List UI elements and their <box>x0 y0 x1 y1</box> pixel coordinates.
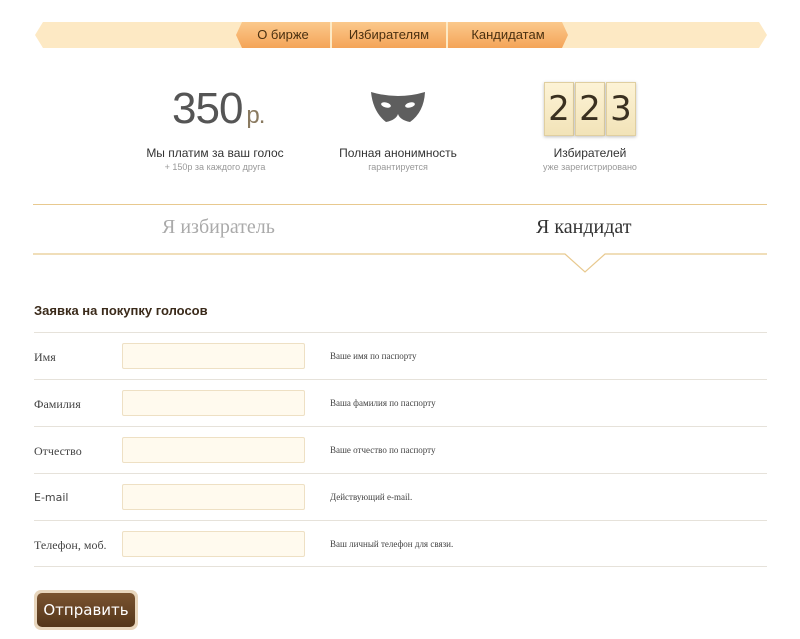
field-label: Отчество <box>34 444 82 458</box>
anon-sub: гарантируется <box>368 162 428 172</box>
counter-digit: 3 <box>606 82 636 136</box>
nav-voters[interactable]: Избирателям <box>332 22 446 48</box>
form-row-email: E-mail Действующий e-mail. <box>34 473 767 520</box>
field-label: Имя <box>34 350 56 364</box>
voters-sub: уже зарегистрировано <box>543 162 637 172</box>
field-label: Телефон, моб. <box>34 538 107 552</box>
form-row-patronymic: Отчество Ваше отчество по паспорту <box>34 426 767 473</box>
nav-candidates[interactable]: Кандидатам <box>448 22 568 48</box>
voters-label: Избирателей <box>553 146 627 160</box>
anon-label: Полная анонимность <box>339 146 457 160</box>
field-label: E-mail <box>34 491 69 504</box>
price-sub: + 150р за каждого друга <box>164 162 266 172</box>
field-label: Фамилия <box>34 397 81 411</box>
counter-digit: 2 <box>575 82 605 136</box>
counter-digit: 2 <box>544 82 574 136</box>
form-row-first-name: Имя Ваше имя по паспорту <box>34 332 767 379</box>
price-value: 350 р. <box>172 84 265 133</box>
price-unit: р. <box>246 102 265 129</box>
email-input[interactable] <box>122 484 305 510</box>
tab-indicator <box>33 253 767 273</box>
nav-about[interactable]: О бирже <box>236 22 330 48</box>
form-title: Заявка на покупку голосов <box>34 303 208 318</box>
divider <box>33 204 767 205</box>
phone-input[interactable] <box>122 531 305 557</box>
field-hint: Ваш личный телефон для связи. <box>330 539 454 549</box>
mask-icon <box>371 92 425 122</box>
tab-candidate[interactable]: Я кандидат <box>536 216 632 239</box>
form-row-last-name: Фамилия Ваша фамилия по паспорту <box>34 379 767 426</box>
first-name-input[interactable] <box>122 343 305 369</box>
price-label: Мы платим за ваш голос <box>146 146 284 160</box>
patronymic-input[interactable] <box>122 437 305 463</box>
field-hint: Ваше имя по паспорту <box>330 351 417 361</box>
tab-voter[interactable]: Я избиратель <box>162 216 275 239</box>
last-name-input[interactable] <box>122 390 305 416</box>
submit-button[interactable]: Отправить <box>37 593 135 627</box>
field-hint: Ваше отчество по паспорту <box>330 445 436 455</box>
field-hint: Действующий e-mail. <box>330 492 413 502</box>
field-hint: Ваша фамилия по паспорту <box>330 398 436 408</box>
form-row-phone: Телефон, моб. Ваш личный телефон для свя… <box>34 520 767 567</box>
submit-button-frame: Отправить <box>34 590 138 630</box>
